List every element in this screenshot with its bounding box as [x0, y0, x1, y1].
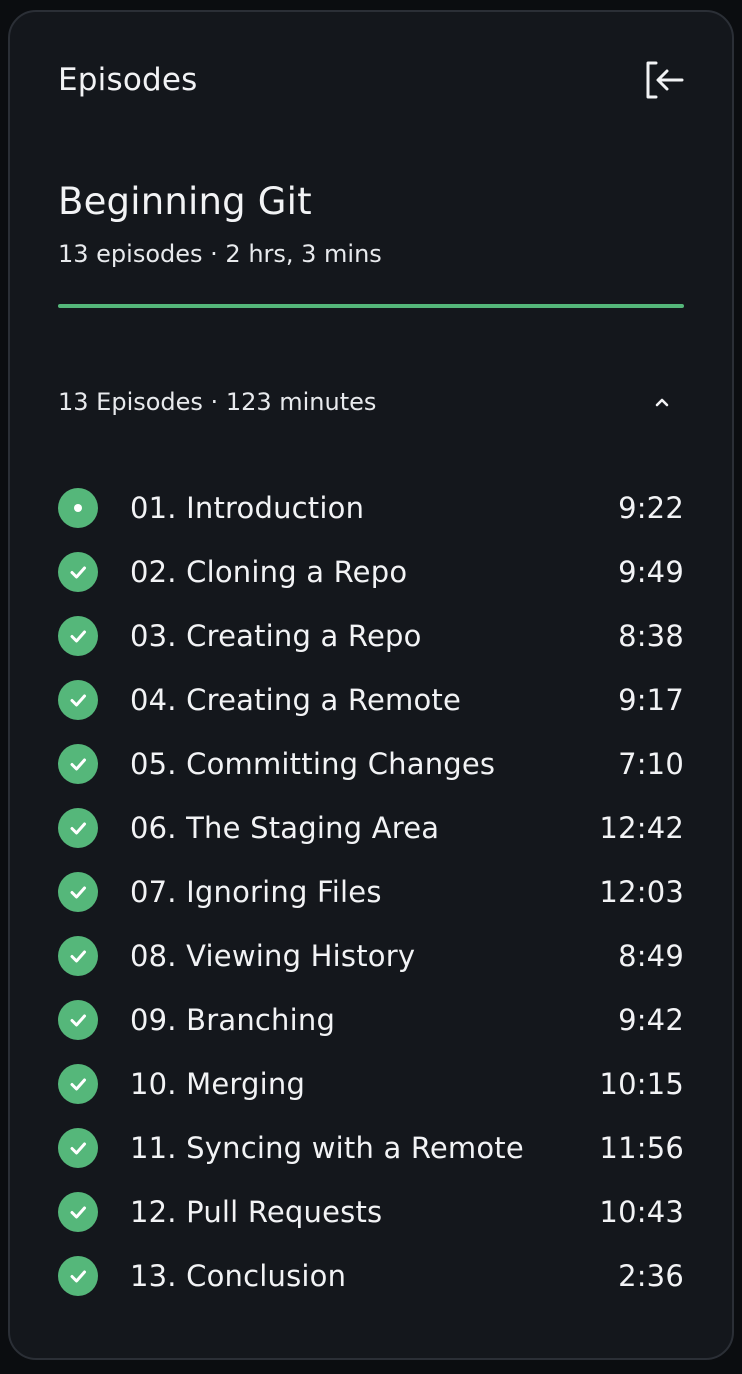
episode-title: 07. Ignoring Files: [130, 875, 382, 909]
episode-item[interactable]: 09. Branching 9:42: [58, 988, 684, 1052]
check-icon: [58, 808, 98, 848]
episodes-panel: Episodes Beginning Git 13 episodes · 2 h…: [8, 10, 734, 1360]
chevron-up-icon: [646, 386, 678, 418]
panel-header: Episodes: [58, 58, 684, 102]
section-summary: 13 Episodes · 123 minutes: [58, 388, 377, 416]
episode-item[interactable]: 05. Committing Changes 7:10: [58, 732, 684, 796]
episode-item[interactable]: 08. Viewing History 8:49: [58, 924, 684, 988]
episode-duration: 8:38: [618, 619, 684, 653]
episode-item[interactable]: 03. Creating a Repo 8:38: [58, 604, 684, 668]
episode-item[interactable]: 04. Creating a Remote 9:17: [58, 668, 684, 732]
episode-duration: 8:49: [618, 939, 684, 973]
check-icon: [58, 1000, 98, 1040]
check-icon: [58, 936, 98, 976]
episode-title: 02. Cloning a Repo: [130, 555, 408, 589]
section-toggle[interactable]: 13 Episodes · 123 minutes: [58, 380, 684, 424]
episode-duration: 9:49: [618, 555, 684, 589]
episode-title: 05. Committing Changes: [130, 747, 496, 781]
check-icon: [58, 1064, 98, 1104]
episode-item[interactable]: 10. Merging 10:15: [58, 1052, 684, 1116]
panel-title: Episodes: [58, 62, 198, 98]
check-icon: [58, 552, 98, 592]
episode-item[interactable]: 02. Cloning a Repo 9:49: [58, 540, 684, 604]
check-icon: [58, 616, 98, 656]
course-progress-fill: [58, 304, 684, 308]
episode-duration: 9:42: [618, 1003, 684, 1037]
episode-item[interactable]: 07. Ignoring Files 12:03: [58, 860, 684, 924]
episode-item[interactable]: 12. Pull Requests 10:43: [58, 1180, 684, 1244]
episode-title: 11. Syncing with a Remote: [130, 1131, 524, 1165]
check-icon: [58, 680, 98, 720]
episode-title: 01. Introduction: [130, 491, 365, 525]
check-icon: [58, 872, 98, 912]
sidebar-collapse-icon: [646, 61, 684, 99]
current-episode-icon: [58, 488, 98, 528]
episode-item[interactable]: 13. Conclusion 2:36: [58, 1244, 684, 1308]
course-title: Beginning Git: [58, 180, 312, 223]
collapse-panel-button[interactable]: [640, 56, 688, 104]
episode-title: 04. Creating a Remote: [130, 683, 462, 717]
check-icon: [58, 1256, 98, 1296]
episode-title: 10. Merging: [130, 1067, 306, 1101]
episode-duration: 12:42: [599, 811, 684, 845]
episode-item[interactable]: 11. Syncing with a Remote 11:56: [58, 1116, 684, 1180]
episode-item[interactable]: 01. Introduction 9:22: [58, 476, 684, 540]
episode-title: 03. Creating a Repo: [130, 619, 422, 653]
episode-list: 01. Introduction 9:22 02. Cloning a Repo…: [58, 476, 684, 1308]
episode-title: 13. Conclusion: [130, 1259, 347, 1293]
check-icon: [58, 1192, 98, 1232]
episode-duration: 10:15: [599, 1067, 684, 1101]
check-icon: [58, 744, 98, 784]
course-meta: 13 episodes · 2 hrs, 3 mins: [58, 240, 382, 268]
episode-duration: 2:36: [618, 1259, 684, 1293]
episode-duration: 7:10: [618, 747, 684, 781]
episode-duration: 11:56: [599, 1131, 684, 1165]
course-progress-bar: [58, 304, 684, 308]
check-icon: [58, 1128, 98, 1168]
episode-duration: 9:17: [618, 683, 684, 717]
episode-title: 09. Branching: [130, 1003, 336, 1037]
episode-duration: 9:22: [618, 491, 684, 525]
episode-duration: 10:43: [599, 1195, 684, 1229]
episode-title: 06. The Staging Area: [130, 811, 440, 845]
episode-title: 08. Viewing History: [130, 939, 416, 973]
episode-item[interactable]: 06. The Staging Area 12:42: [58, 796, 684, 860]
episode-duration: 12:03: [599, 875, 684, 909]
episode-title: 12. Pull Requests: [130, 1195, 383, 1229]
